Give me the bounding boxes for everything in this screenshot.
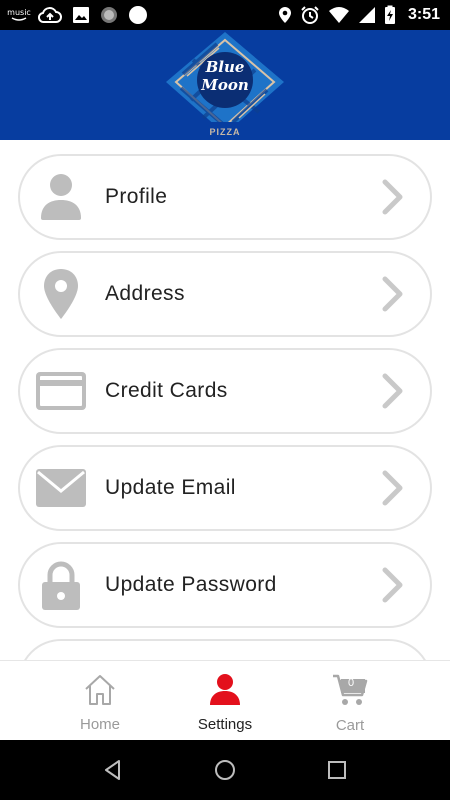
bottom-nav: Home Settings 0 Cart (0, 660, 450, 740)
logo-text-blue: Blue (205, 58, 245, 76)
amazon-music-icon: music (7, 8, 31, 22)
back-icon[interactable] (101, 758, 125, 782)
padlock-icon (42, 561, 80, 610)
envelope-icon (36, 469, 86, 507)
clock-time: 3:51 (407, 6, 440, 23)
person-icon (210, 674, 240, 705)
alarm-icon (301, 6, 319, 24)
wifi-icon (328, 7, 349, 23)
recents-icon[interactable] (325, 758, 349, 782)
menu-item-partial[interactable] (18, 639, 432, 660)
menu-item-label: Address (105, 282, 185, 305)
settings-screen: music 3:51 Blue Moon PIZZA Profile Addre… (0, 0, 450, 800)
nav-cart[interactable]: 0 Cart (275, 661, 425, 741)
status-right-icons: 3:51 (278, 0, 440, 30)
location-icon (278, 7, 291, 23)
home-circle-icon[interactable] (213, 758, 237, 782)
system-nav-bar (0, 740, 450, 800)
menu-item-label: Update Email (105, 476, 236, 499)
chevron-right-icon (382, 567, 403, 603)
menu-item-credit-cards[interactable]: Credit Cards (18, 348, 432, 434)
home-icon (85, 675, 115, 705)
chevron-right-icon (382, 276, 403, 312)
settings-menu-list: Profile Address Credit Cards Update Emai… (0, 140, 450, 660)
location-pin-icon (44, 269, 78, 319)
image-icon (73, 7, 89, 23)
cart-count-badge: 0 (347, 677, 355, 689)
menu-item-update-password[interactable]: Update Password (18, 542, 432, 628)
nav-cart-label: Cart (335, 717, 365, 734)
blue-moon-logo: Blue Moon PIZZA (163, 30, 287, 140)
cell-signal-icon (358, 7, 375, 23)
menu-item-label: Profile (105, 185, 168, 208)
logo-text-moon: Moon (201, 76, 249, 94)
credit-card-icon (36, 372, 86, 410)
battery-charging-icon (384, 5, 395, 24)
menu-item-profile[interactable]: Profile (18, 154, 432, 240)
cloud-upload-icon (38, 7, 62, 23)
logo-text-pizza: PIZZA (209, 127, 241, 137)
person-icon (41, 174, 81, 220)
chevron-right-icon (382, 179, 403, 215)
menu-item-address[interactable]: Address (18, 251, 432, 337)
circle-dotted-icon (101, 7, 117, 23)
chevron-right-icon (382, 470, 403, 506)
menu-item-label: Update Password (105, 573, 277, 596)
app-header: Blue Moon PIZZA (0, 30, 450, 140)
menu-item-label: Credit Cards (105, 379, 228, 402)
circle-icon (129, 6, 147, 24)
status-left-icons: music (7, 0, 148, 30)
status-bar: music 3:51 (0, 0, 450, 30)
chevron-right-icon (382, 373, 403, 409)
menu-item-update-email[interactable]: Update Email (18, 445, 432, 531)
